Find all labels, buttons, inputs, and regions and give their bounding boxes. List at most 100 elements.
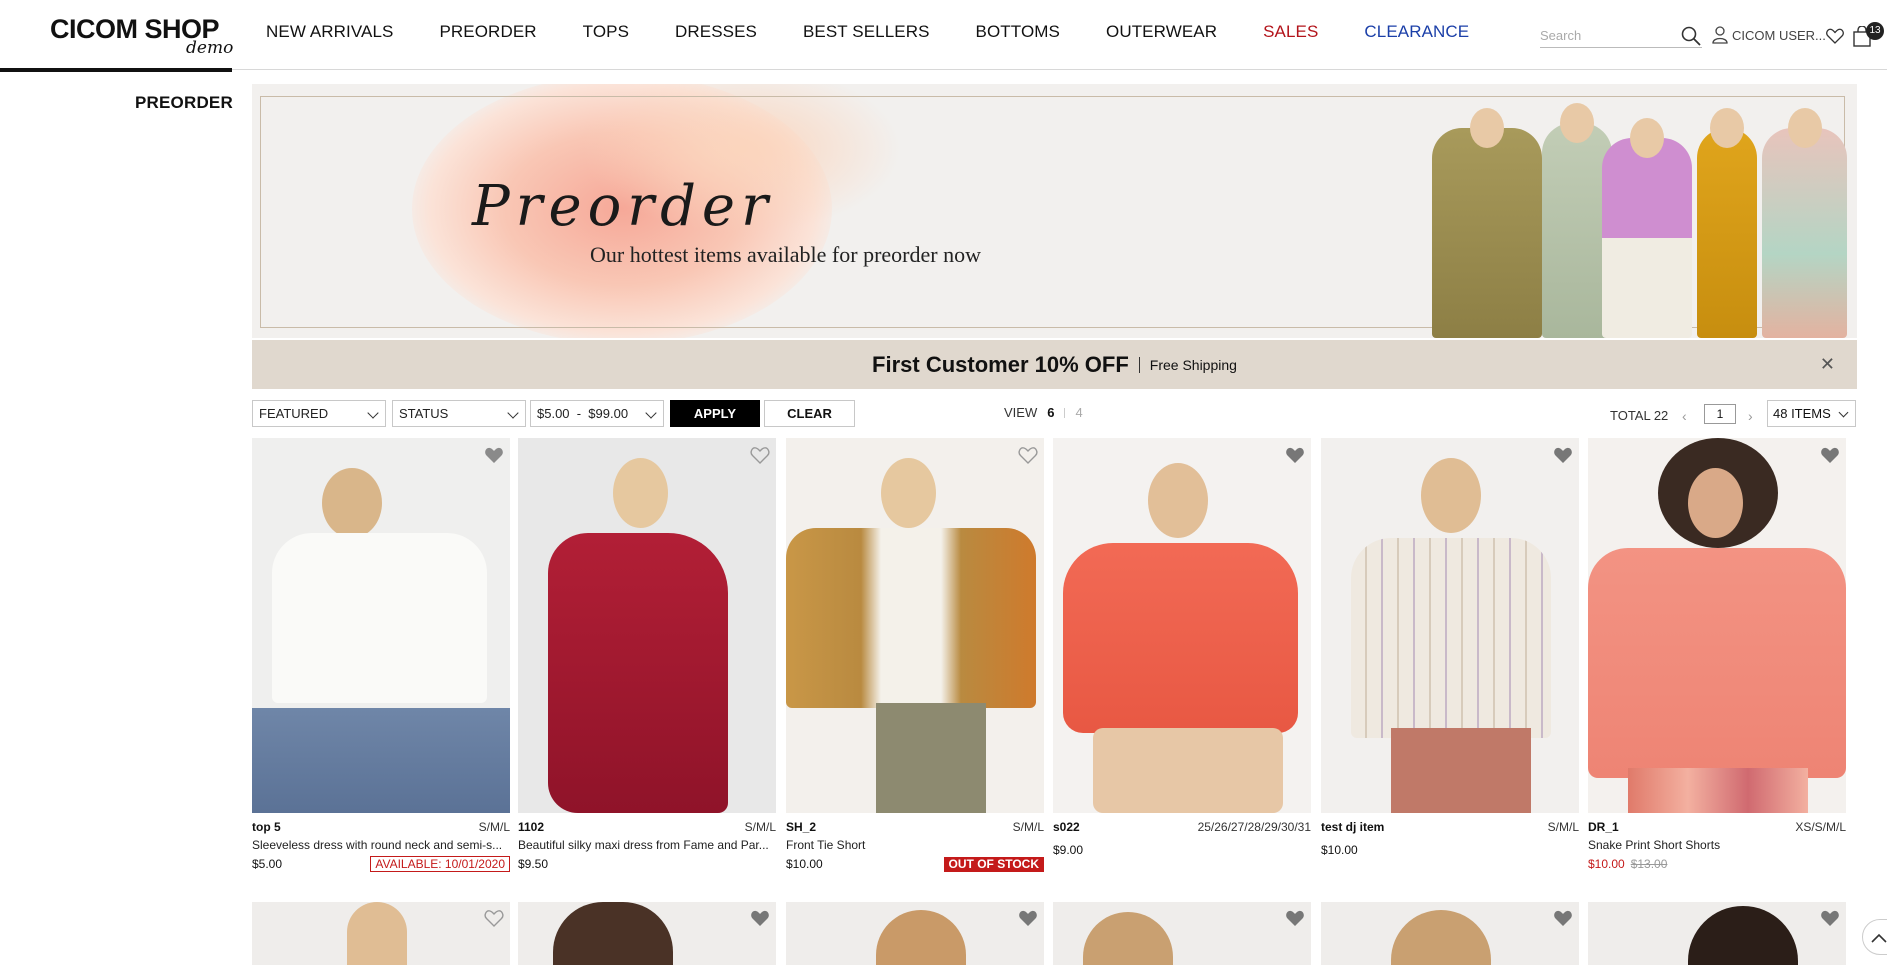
- wishlist-heart-icon[interactable]: [1820, 909, 1840, 927]
- nav-clearance[interactable]: CLEARANCE: [1364, 22, 1469, 42]
- wishlist-heart-icon[interactable]: [1018, 446, 1038, 464]
- product-price-row: $9.00: [1053, 842, 1311, 858]
- product-image[interactable]: [1588, 438, 1846, 813]
- model-shorts: [1628, 768, 1808, 813]
- wishlist-heart-icon[interactable]: [1553, 909, 1573, 927]
- product-card[interactable]: [252, 902, 510, 965]
- product-sku[interactable]: test dj item: [1321, 820, 1384, 834]
- model-figure: [1697, 108, 1757, 338]
- product-image[interactable]: [786, 438, 1044, 813]
- nav-tops[interactable]: TOPS: [583, 22, 629, 42]
- product-card[interactable]: test dj item S/M/L $10.00: [1321, 438, 1579, 858]
- model-head: [881, 458, 936, 528]
- banner-subtitle: Our hottest items available for preorder…: [590, 242, 981, 267]
- product-card[interactable]: [1321, 902, 1579, 965]
- model-head: [1688, 468, 1743, 538]
- product-card[interactable]: top 5 S/M/L Sleeveless dress with round …: [252, 438, 510, 872]
- total-count: TOTAL 22: [1610, 408, 1669, 423]
- product-image[interactable]: [1321, 438, 1579, 813]
- nav-outerwear[interactable]: OUTERWEAR: [1106, 22, 1217, 42]
- product-sizes: S/M/L: [744, 820, 776, 834]
- product-meta: s022 25/26/27/28/29/30/31: [1053, 820, 1311, 834]
- product-card[interactable]: 1102 S/M/L Beautiful silky maxi dress fr…: [518, 438, 776, 872]
- wishlist-heart-icon[interactable]: [750, 446, 770, 464]
- model-hair: [1688, 906, 1798, 965]
- view-6-option[interactable]: 6: [1047, 405, 1054, 420]
- product-price-row: $10.00 $13.00: [1588, 856, 1846, 872]
- nav-preorder[interactable]: PREORDER: [439, 22, 536, 42]
- product-description[interactable]: Snake Print Short Shorts: [1588, 838, 1846, 852]
- model-top: [272, 533, 487, 703]
- product-image[interactable]: [252, 438, 510, 813]
- view-label: VIEW: [1004, 405, 1038, 420]
- search-box: [1540, 24, 1702, 48]
- hero-banner[interactable]: Preorder Our hottest items available for…: [252, 84, 1857, 338]
- product-card[interactable]: [1053, 902, 1311, 965]
- wishlist-heart-icon[interactable]: [1553, 446, 1573, 464]
- next-page-icon[interactable]: ›: [1748, 408, 1753, 424]
- wishlist-heart-icon[interactable]: [1820, 446, 1840, 464]
- user-account[interactable]: CICOM USER...: [1712, 26, 1826, 44]
- model-head: [1630, 118, 1664, 158]
- model-figure: [1432, 108, 1542, 338]
- prev-page-icon[interactable]: ‹: [1682, 408, 1687, 424]
- model-head: [1421, 458, 1481, 533]
- product-sku[interactable]: top 5: [252, 820, 281, 834]
- product-sku[interactable]: DR_1: [1588, 820, 1619, 834]
- product-description[interactable]: Beautiful silky maxi dress from Fame and…: [518, 838, 776, 852]
- model-figure: [1602, 118, 1692, 338]
- wishlist-heart-icon[interactable]: [1018, 909, 1038, 927]
- product-card[interactable]: [786, 902, 1044, 965]
- search-input[interactable]: [1540, 24, 1680, 46]
- wishlist-heart-icon[interactable]: [484, 909, 504, 927]
- view-4-option[interactable]: 4: [1075, 405, 1082, 420]
- chevron-down-icon: [1838, 407, 1849, 418]
- scroll-to-top-button[interactable]: [1862, 919, 1887, 955]
- nav-sales[interactable]: SALES: [1263, 22, 1318, 42]
- nav-new-arrivals[interactable]: NEW ARRIVALS: [266, 22, 393, 42]
- promo-bar: First Customer 10% OFF Free Shipping ✕: [252, 340, 1857, 389]
- product-card[interactable]: DR_1 XS/S/M/L Snake Print Short Shorts $…: [1588, 438, 1846, 872]
- model-shirt: [1351, 538, 1551, 738]
- product-card[interactable]: [518, 902, 776, 965]
- product-card[interactable]: SH_2 S/M/L Front Tie Short $10.00 OUT OF…: [786, 438, 1044, 872]
- product-sku[interactable]: s022: [1053, 820, 1080, 834]
- sort-select[interactable]: FEATURED: [252, 400, 386, 427]
- product-card[interactable]: s022 25/26/27/28/29/30/31 $9.00: [1053, 438, 1311, 858]
- logo[interactable]: CICOM SHOP demo: [50, 14, 235, 60]
- chevron-down-icon: [367, 407, 379, 419]
- product-image[interactable]: [1053, 438, 1311, 813]
- wishlist-heart-icon[interactable]: [1285, 909, 1305, 927]
- price-range-select[interactable]: $5.00 - $99.00: [530, 400, 664, 427]
- items-per-page-select[interactable]: 48 ITEMS: [1767, 400, 1856, 427]
- wishlist-heart-icon[interactable]: [484, 446, 504, 464]
- model-head: [1560, 103, 1594, 143]
- wishlist-heart-icon[interactable]: [1285, 446, 1305, 464]
- nav-bottoms[interactable]: BOTTOMS: [976, 22, 1060, 42]
- model-pants: [1391, 728, 1531, 813]
- search-icon[interactable]: [1680, 25, 1702, 47]
- nav-dresses[interactable]: DRESSES: [675, 22, 757, 42]
- product-description[interactable]: Sleeveless dress with round neck and sem…: [252, 838, 510, 852]
- chevron-up-icon: [1871, 933, 1887, 943]
- wishlist-heart-icon[interactable]: [750, 909, 770, 927]
- product-sku[interactable]: SH_2: [786, 820, 816, 834]
- cart[interactable]: 13: [1852, 22, 1884, 50]
- status-select[interactable]: STATUS: [392, 400, 526, 427]
- clear-button[interactable]: CLEAR: [764, 400, 855, 427]
- items-per-page-value: 48 ITEMS: [1773, 406, 1831, 421]
- apply-button[interactable]: APPLY: [670, 400, 760, 427]
- product-description[interactable]: Front Tie Short: [786, 838, 1044, 852]
- product-meta: 1102 S/M/L: [518, 820, 776, 834]
- nav-best-sellers[interactable]: BEST SELLERS: [803, 22, 930, 42]
- product-card[interactable]: [1588, 902, 1846, 965]
- page-number-input[interactable]: 1: [1704, 404, 1736, 424]
- wishlist-heart-icon[interactable]: [1826, 28, 1844, 44]
- close-icon[interactable]: ✕: [1820, 354, 1835, 375]
- chevron-down-icon: [645, 407, 657, 419]
- product-price-row: $9.50: [518, 856, 776, 872]
- product-sku[interactable]: 1102: [518, 820, 544, 834]
- product-image[interactable]: [518, 438, 776, 813]
- model-head: [613, 458, 668, 528]
- promo-subtitle: Free Shipping: [1149, 356, 1237, 373]
